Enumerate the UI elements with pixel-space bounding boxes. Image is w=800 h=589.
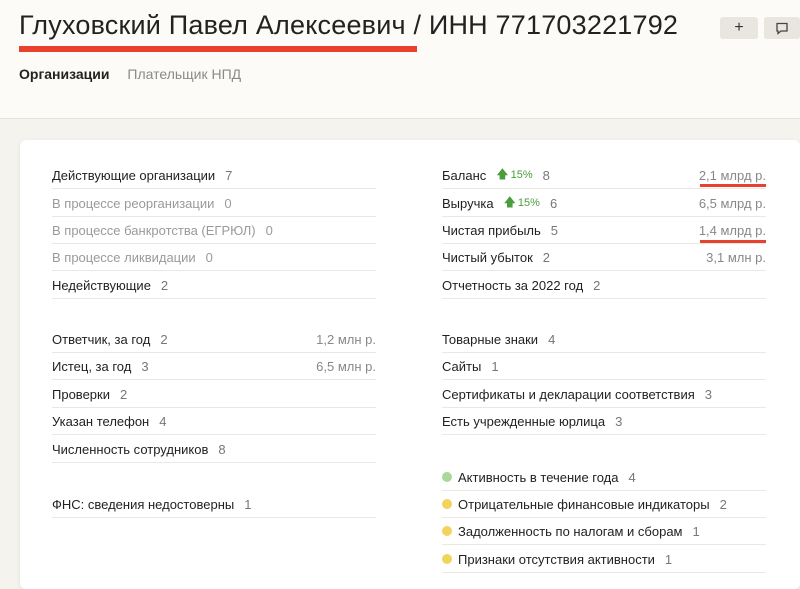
status-label: В процессе реорганизации: [52, 195, 215, 211]
finance-amount: 1,4 млрд р.: [698, 222, 766, 238]
status-dot-yellow: [442, 554, 452, 564]
misc-label: Есть учрежденные юрлица: [442, 413, 606, 429]
page-header: Глуховский Павел Алексеевич / ИНН 771703…: [0, 0, 800, 119]
finance-label: Выручка: [442, 195, 494, 211]
finance-count: 8: [542, 167, 550, 183]
indicator-count: 1: [664, 551, 673, 567]
indicator-item[interactable]: Активность в течение года 4: [442, 464, 766, 491]
misc-label: Сертификаты и декларации соответствия: [442, 386, 695, 402]
growth-value: 15%: [517, 197, 540, 209]
employees-count: 8: [218, 441, 226, 457]
finance-amount: 3,1 млн р.: [706, 249, 766, 265]
finance-row-net-loss[interactable]: Чистый убыток 2 3,1 млн р.: [442, 244, 766, 271]
list-item[interactable]: В процессе ликвидации 0: [52, 244, 376, 271]
indicator-label: Задолженность по налогам и сборам: [458, 523, 683, 539]
list-item[interactable]: Действующие организации 7: [52, 162, 376, 189]
misc-count: 3: [615, 413, 623, 429]
list-item[interactable]: Сертификаты и декларации соответствия 3: [442, 381, 766, 408]
list-item[interactable]: Проверки 2: [52, 381, 376, 408]
status-count: 7: [225, 167, 233, 183]
arrow-up-icon: 🡅: [503, 194, 516, 209]
fns-count: 1: [244, 496, 252, 512]
misc-count: 4: [548, 331, 556, 347]
court-amount: 1,2 млн р.: [316, 331, 376, 347]
finance-row-revenue[interactable]: Выручка 🡅 15% 6 6,5 млрд р.: [442, 190, 766, 217]
list-item[interactable]: Недействующие 2: [52, 272, 376, 299]
list-item[interactable]: В процессе банкротства (ЕГРЮЛ) 0: [52, 217, 376, 244]
indicator-count: 1: [692, 523, 700, 539]
finance-label: Чистый убыток: [442, 249, 533, 265]
status-dot-yellow: [442, 526, 452, 536]
indicator-item[interactable]: Признаки отсутствия активности 1: [442, 546, 766, 573]
status-label: Действующие организации: [52, 167, 216, 183]
growth-value: 15%: [510, 169, 533, 181]
finance-label: Баланс: [442, 167, 487, 183]
indicator-label: Отрицательные финансовые индикаторы: [458, 496, 710, 512]
page-title: Глуховский Павел Алексеевич / ИНН 771703…: [19, 10, 679, 40]
finance-count: 5: [550, 222, 559, 238]
comment-button[interactable]: [764, 17, 800, 39]
list-item[interactable]: Товарные знаки 4: [442, 326, 766, 353]
status-label: В процессе банкротства (ЕГРЮЛ): [52, 222, 256, 238]
arrow-up-icon: 🡅: [496, 166, 509, 181]
highlight-underline: [700, 184, 766, 187]
highlight-underline: [700, 240, 766, 243]
title-highlight-underline: [19, 46, 417, 52]
indicator-label: Активность в течение года: [458, 469, 619, 485]
finance-label: Чистая прибыль: [442, 222, 541, 238]
misc-label: Товарные знаки: [442, 331, 539, 347]
court-amount: 6,5 млн р.: [316, 358, 376, 374]
tab-bar: Организации Плательщик НПД: [19, 66, 255, 82]
growth-badge: 🡅 15%: [496, 165, 532, 186]
status-dot-yellow: [442, 499, 452, 509]
finance-amount: 2,1 млрд р.: [698, 167, 766, 183]
status-count: 2: [160, 277, 169, 293]
finance-count: 2: [542, 249, 550, 265]
finance-count: 6: [549, 195, 558, 211]
finance-label: Отчетность за 2022 год: [442, 277, 584, 293]
list-item[interactable]: В процессе реорганизации 0: [52, 190, 376, 217]
status-label: Недействующие: [52, 277, 151, 293]
phone-count: 4: [159, 413, 167, 429]
misc-count: 3: [704, 386, 712, 402]
fns-label: ФНС: сведения недостоверны: [52, 496, 235, 512]
inspections-label: Проверки: [52, 386, 110, 402]
court-label: Ответчик, за год: [52, 331, 151, 347]
list-item[interactable]: Указан телефон 4: [52, 408, 376, 435]
indicator-item[interactable]: Отрицательные финансовые индикаторы 2: [442, 491, 766, 518]
status-count: 0: [224, 195, 232, 211]
misc-label: Сайты: [442, 358, 482, 374]
growth-badge: 🡅 15%: [504, 193, 540, 214]
summary-card: Действующие организации 7 В процессе рео…: [20, 140, 800, 589]
indicator-label: Признаки отсутствия активности: [458, 551, 655, 567]
indicator-count: 2: [719, 496, 727, 512]
indicator-item[interactable]: Задолженность по налогам и сборам 1: [442, 518, 766, 545]
tab-organizations[interactable]: Организации: [19, 66, 110, 82]
list-item[interactable]: ФНС: сведения недостоверны 1: [52, 491, 376, 518]
list-item[interactable]: Есть учрежденные юрлица 3: [442, 408, 766, 435]
status-label: В процессе ликвидации: [52, 249, 196, 265]
employees-label: Численность сотрудников: [52, 441, 209, 457]
status-count: 0: [265, 222, 273, 238]
inspections-count: 2: [119, 386, 128, 402]
list-item[interactable]: Истец, за год 3 6,5 млн р.: [52, 353, 376, 380]
list-item[interactable]: Ответчик, за год 2 1,2 млн р.: [52, 326, 376, 353]
tab-npd-payer[interactable]: Плательщик НПД: [127, 66, 241, 82]
court-count: 3: [141, 358, 149, 374]
phone-label: Указан телефон: [52, 413, 150, 429]
status-count: 0: [205, 249, 213, 265]
court-label: Истец, за год: [52, 358, 132, 374]
finance-count: 2: [593, 277, 601, 293]
finance-row-reporting[interactable]: Отчетность за 2022 год 2: [442, 272, 766, 299]
list-item[interactable]: Сайты 1: [442, 353, 766, 380]
court-count: 2: [160, 331, 168, 347]
comment-icon: [776, 22, 788, 35]
misc-count: 1: [491, 358, 499, 374]
list-item[interactable]: Численность сотрудников 8: [52, 436, 376, 463]
add-button[interactable]: +: [720, 17, 758, 39]
finance-amount: 6,5 млрд р.: [698, 195, 766, 211]
indicator-count: 4: [628, 469, 636, 485]
status-dot-green: [442, 472, 452, 482]
